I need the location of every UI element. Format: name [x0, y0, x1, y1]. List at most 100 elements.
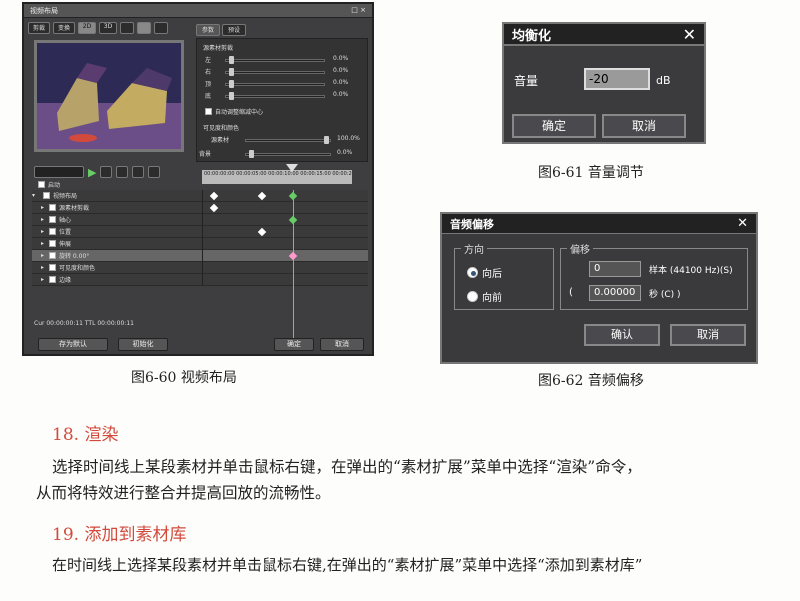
track-checkbox[interactable] [49, 252, 56, 259]
cancel-button[interactable]: 取消 [320, 338, 364, 351]
tab-parameters[interactable]: 参数 [196, 24, 220, 36]
crop-sliders: 左 0.0% 右 0.0% 顶 0.0% 底 0.0% [205, 55, 355, 103]
track-label: 位置 [59, 229, 72, 236]
section-heading-render: 18. 渲染 [52, 425, 119, 445]
ok-button[interactable]: 确定 [274, 338, 314, 351]
track-checkbox[interactable] [49, 228, 56, 235]
track-label: 可见度和颜色 [59, 265, 96, 272]
crop-label-right: 右 [205, 69, 212, 76]
direction-group: 方向 向后 向前 [454, 241, 554, 310]
next-keyframe-icon[interactable] [132, 166, 145, 178]
initialize-button[interactable]: 初始化 [118, 338, 168, 351]
crop-right-slider[interactable] [225, 68, 325, 76]
crop-left-slider[interactable] [225, 56, 325, 64]
track-label: 伸展 [59, 241, 72, 248]
keyframe-marker[interactable] [288, 251, 298, 261]
easing-label: 启动 [48, 182, 61, 189]
slider-knob[interactable] [324, 136, 329, 144]
slider-knob[interactable] [229, 68, 234, 76]
keyframe-marker[interactable] [288, 215, 298, 225]
zoom-icon[interactable] [154, 22, 168, 34]
figure-caption-6-62: 图6-62 音频偏移 [538, 373, 644, 389]
keyframe-area[interactable] [202, 190, 352, 340]
ok-button[interactable]: 确定 [512, 114, 596, 138]
volume-input[interactable]: -20 [584, 68, 650, 90]
crop-label-left: 左 [205, 57, 212, 64]
auto-adjust-label: 自动调整缩减中心 [215, 109, 264, 116]
track-checkbox[interactable] [49, 264, 56, 271]
crop-bottom-slider[interactable] [225, 92, 325, 100]
background-slider[interactable] [245, 150, 331, 158]
dialog-title: 均衡化 [512, 28, 552, 44]
add-keyframe-icon[interactable] [100, 166, 113, 178]
section-heading-add-to-bin: 19. 添加到素材库 [52, 525, 187, 545]
video-layout-window: 视频布局 □ × 剪裁 变换 2D 3D 参数 预设 源素材剪裁 左 0.0% … [22, 2, 374, 356]
track-label: 边缘 [59, 277, 72, 284]
radio-icon[interactable] [467, 267, 478, 278]
parameters-panel: 源素材剪裁 左 0.0% 右 0.0% 顶 0.0% 底 0.0% 自动调整缩减… [196, 38, 368, 162]
slider-knob[interactable] [229, 56, 234, 64]
paragraph-add-to-bin-line1: 在时间线上选择某段素材并单击鼠标右键,在弹出的“素材扩展”菜单中选择“添加到素材… [52, 556, 643, 574]
figure-caption-6-61: 图6-61 音量调节 [538, 165, 644, 181]
track-checkbox[interactable] [43, 192, 50, 199]
track-checkbox[interactable] [49, 240, 56, 247]
keyframe-marker[interactable] [288, 191, 298, 201]
right-tabs: 参数 预设 [196, 24, 372, 36]
left-toolbar: 剪裁 变换 2D 3D [28, 22, 192, 36]
samples-input[interactable]: 0 [589, 261, 641, 277]
radio-backward-row[interactable]: 向后 [467, 265, 502, 280]
crop-value-top: 0.0% [333, 79, 349, 86]
keyframe-marker[interactable] [257, 227, 267, 237]
equalize-titlebar: 均衡化 ✕ [504, 24, 704, 46]
volume-label: 音量 [514, 74, 539, 88]
radio-icon[interactable] [467, 291, 478, 302]
delete-keyframe-icon[interactable] [148, 166, 161, 178]
close-icon[interactable]: ✕ [737, 216, 748, 231]
align-icon[interactable] [120, 22, 134, 34]
cancel-button[interactable]: 取消 [602, 114, 686, 138]
seconds-input[interactable]: 0.00000 [589, 285, 641, 301]
pointer-icon[interactable] [137, 22, 151, 34]
section-source-crop: 源素材剪裁 [203, 45, 234, 52]
playhead-icon[interactable] [286, 164, 298, 172]
keyframe-marker[interactable] [257, 191, 267, 201]
radio-backward-label: 向后 [482, 269, 502, 280]
equalize-dialog: 均衡化 ✕ 音量 -20 dB 确定 取消 [502, 22, 706, 144]
close-icon[interactable]: ✕ [683, 25, 696, 44]
keyframe-marker[interactable] [209, 203, 219, 213]
easing-checkbox[interactable] [38, 181, 45, 188]
keyframe-marker[interactable] [209, 191, 219, 201]
slider-knob[interactable] [249, 150, 254, 158]
timeline-ruler[interactable]: 00:00:00:00 00:00:05:00 00:00:10:00 00:0… [202, 170, 352, 184]
opacity-row: 源素材 100.0% [205, 135, 363, 147]
track-label: 旋转 0.00° [59, 253, 90, 260]
opacity-slider[interactable] [245, 136, 331, 144]
prev-keyframe-icon[interactable] [116, 166, 129, 178]
opacity-label: 源素材 [211, 137, 230, 144]
offset-group: 偏移 0 样本 (44100 Hz)(S) ( 0.00000 秒 (C) ) [560, 241, 748, 310]
slider-knob[interactable] [229, 80, 234, 88]
cancel-button[interactable]: 取消 [670, 324, 746, 346]
radio-forward-row[interactable]: 向前 [467, 289, 502, 304]
mode-3d-button[interactable]: 3D [99, 22, 117, 34]
track-checkbox[interactable] [49, 276, 56, 283]
tab-transform[interactable]: 变换 [53, 22, 75, 34]
transport-bar: ▶ [34, 166, 194, 179]
tab-crop[interactable]: 剪裁 [28, 22, 50, 34]
easing-row: 启动 [38, 180, 60, 189]
crop-label-top: 顶 [205, 81, 212, 88]
play-icon[interactable]: ▶ [88, 166, 96, 179]
background-label: 背景 [199, 151, 212, 158]
confirm-button[interactable]: 确认 [584, 324, 660, 346]
crop-top-slider[interactable] [225, 80, 325, 88]
track-checkbox[interactable] [49, 216, 56, 223]
save-default-button[interactable]: 存为默认 [38, 338, 108, 351]
easing-dropdown[interactable] [34, 166, 84, 178]
tab-presets[interactable]: 预设 [222, 24, 246, 36]
mode-2d-button[interactable]: 2D [78, 22, 96, 34]
auto-adjust-checkbox[interactable] [205, 108, 212, 115]
track-checkbox[interactable] [49, 204, 56, 211]
window-controls[interactable]: □ × [351, 6, 366, 15]
seconds-label: 秒 (C) ) [649, 290, 681, 300]
slider-knob[interactable] [229, 92, 234, 100]
